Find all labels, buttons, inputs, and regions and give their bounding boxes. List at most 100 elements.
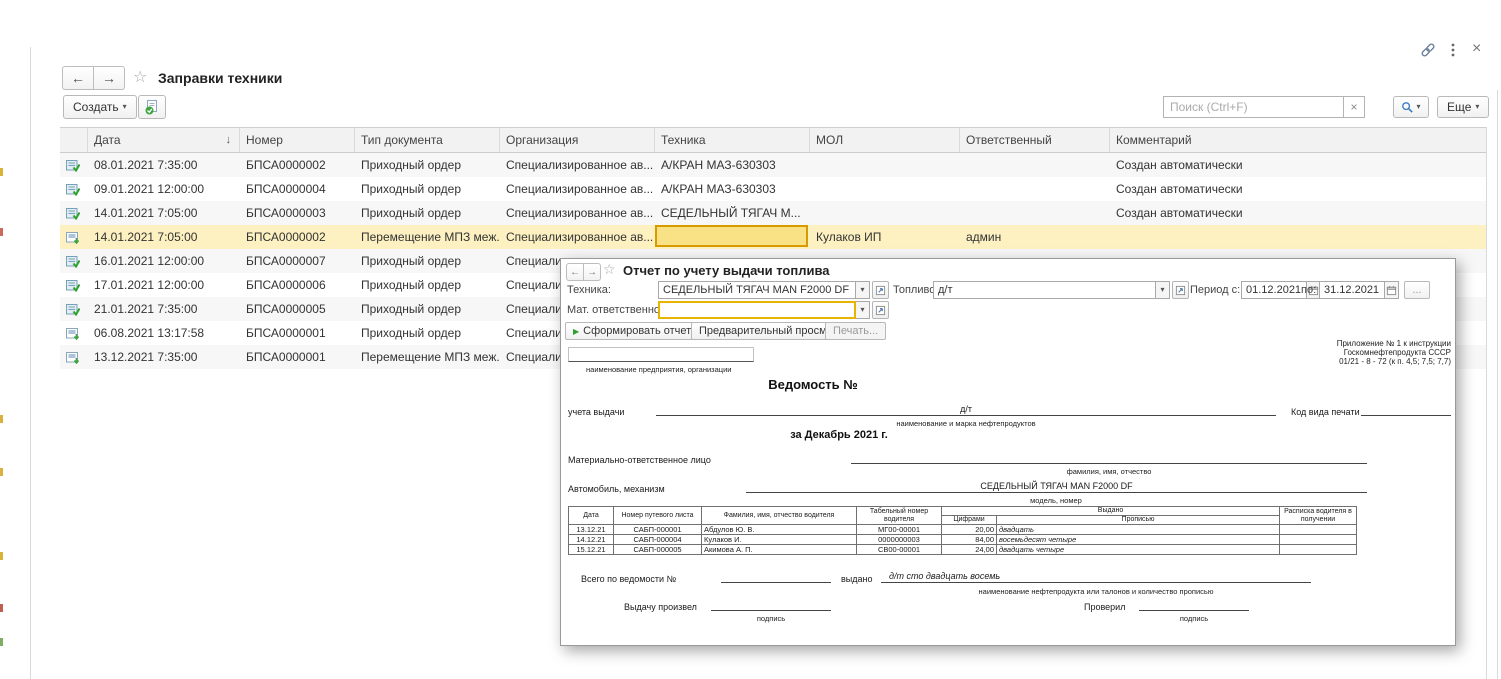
- link-icon[interactable]: [1420, 42, 1436, 58]
- side-panel-edge: [0, 552, 3, 560]
- period-from-input[interactable]: 01.12.2021: [1241, 281, 1307, 299]
- total-number-line: [721, 571, 831, 583]
- chevron-down-icon: ▾: [123, 103, 127, 111]
- mol-open-button[interactable]: [872, 301, 889, 319]
- forward-button[interactable]: →: [584, 263, 601, 281]
- column-header-org[interactable]: Организация: [500, 128, 655, 152]
- period-more-button[interactable]: ...: [1404, 281, 1430, 299]
- fuel-dropdown-button[interactable]: ▾: [1156, 281, 1170, 299]
- mol-input[interactable]: [658, 301, 856, 319]
- column-header-tech[interactable]: Техника: [655, 128, 810, 152]
- period-from-label: Период с:: [1190, 284, 1240, 296]
- column-header-comment[interactable]: Комментарий: [1110, 128, 1486, 152]
- column-header-number[interactable]: Номер: [240, 128, 355, 152]
- total-value-line: д/т сто двадцать восемь: [881, 571, 1311, 583]
- tech-input[interactable]: СЕДЕЛЬНЫЙ ТЯГАЧ MAN F2000 DF: [658, 281, 856, 299]
- cell-org: Специализированное ав...: [500, 225, 655, 249]
- chevron-down-icon: ▾: [1160, 286, 1164, 294]
- fuel-report-dialog: ← → ☆ Отчет по учету выдачи топлива Техн…: [560, 258, 1456, 646]
- clear-search-icon[interactable]: ×: [1343, 96, 1365, 118]
- cell-comment: Создан автоматически: [1110, 201, 1486, 225]
- side-panel-edge: [0, 468, 3, 476]
- tech-open-button[interactable]: [872, 281, 889, 299]
- issue-row: 15.12.21 САБП-000005 Акимова А. П. СВ00-…: [569, 545, 1357, 555]
- cell-date: 21.01.2021 7:35:00: [88, 297, 240, 321]
- cell-date: 17.01.2021 12:00:00: [88, 273, 240, 297]
- tech-cell-editor[interactable]: [655, 225, 808, 247]
- side-panel-edge: [0, 415, 3, 423]
- cell-doctype: Приходный ордер: [355, 297, 500, 321]
- favorite-star-icon[interactable]: ☆: [133, 70, 147, 86]
- back-button[interactable]: ←: [566, 263, 584, 281]
- document-posted-icon: [66, 303, 80, 316]
- side-panel-edge: [0, 604, 3, 612]
- column-header-doctype[interactable]: Тип документа: [355, 128, 500, 152]
- cell-doctype: Приходный ордер: [355, 177, 500, 201]
- page-title: Заправки техники: [158, 70, 282, 86]
- document-posted-icon: [66, 279, 80, 292]
- column-header-date[interactable]: Дата ↓: [88, 128, 240, 152]
- cell-date: 16.01.2021 12:00:00: [88, 249, 240, 273]
- fuel-caption: наименование и марка нефтепродуктов: [816, 419, 1116, 428]
- search-box: ×: [1163, 96, 1365, 118]
- cell-comment: [1110, 225, 1486, 249]
- issuer-label: Выдачу произвел: [624, 602, 697, 612]
- more-dots-icon[interactable]: [1451, 43, 1455, 57]
- cell-resp: админ: [960, 225, 1110, 249]
- favorite-star-icon[interactable]: ☆: [603, 262, 616, 276]
- table-row[interactable]: 14.01.2021 7:05:00 БПСА0000003 Приходный…: [60, 201, 1486, 225]
- table-row[interactable]: 08.01.2021 7:35:00 БПСА0000002 Приходный…: [60, 153, 1486, 177]
- chevron-down-icon: ▾: [860, 306, 864, 314]
- col-sheet: Номер путевого листа: [614, 507, 702, 525]
- column-header-mol[interactable]: МОЛ: [810, 128, 960, 152]
- cell-number: БПСА0000005: [240, 297, 355, 321]
- period-to-calendar-button[interactable]: [1385, 281, 1399, 299]
- cell-doctype: Приходный ордер: [355, 153, 500, 177]
- cell-number: БПСА0000002: [240, 225, 355, 249]
- mol-dropdown-button[interactable]: ▾: [856, 301, 870, 319]
- cell-date: 13.12.2021 7:35:00: [88, 345, 240, 369]
- back-button[interactable]: ←: [62, 66, 94, 90]
- col-receipt: Расписка водителя в получении: [1280, 507, 1357, 525]
- cell-number: БПСА0000006: [240, 273, 355, 297]
- fuel-open-button[interactable]: [1172, 281, 1189, 299]
- period-to-label: по:: [1301, 284, 1316, 296]
- cell-date: 06.08.2021 13:17:58: [88, 321, 240, 345]
- table-row-selected[interactable]: 14.01.2021 7:05:00 БПСА0000002 Перемещен…: [60, 225, 1486, 249]
- cell-date: 08.01.2021 7:35:00: [88, 153, 240, 177]
- search-input[interactable]: [1163, 96, 1343, 118]
- more-button[interactable]: Еще ▾: [1437, 96, 1489, 118]
- create-by-copy-button[interactable]: [138, 95, 166, 119]
- vehicle-label: Автомобиль, механизм: [568, 484, 665, 494]
- create-button[interactable]: Создать ▾: [63, 95, 137, 119]
- generate-report-button[interactable]: ▶ Сформировать отчет: [565, 322, 699, 340]
- cell-doctype: Перемещение МПЗ меж...: [355, 345, 500, 369]
- col-driver: Фамилия, имя, отчество водителя: [702, 507, 857, 525]
- print-code-line: [1361, 404, 1451, 416]
- fuel-input[interactable]: д/т: [933, 281, 1156, 299]
- chevron-down-icon: ▾: [860, 286, 864, 294]
- mol-field: ▾: [658, 301, 889, 319]
- print-button[interactable]: Печать...: [825, 322, 886, 340]
- calendar-icon: [1386, 285, 1397, 296]
- forward-button[interactable]: →: [94, 66, 125, 90]
- col-digits: Цифрами: [942, 516, 997, 525]
- col-words: Прописью: [997, 516, 1280, 525]
- period-to-input[interactable]: 31.12.2021: [1319, 281, 1385, 299]
- tech-label: Техника:: [567, 284, 611, 296]
- document-movement-icon: [66, 327, 80, 340]
- document-movement-icon: [66, 231, 80, 244]
- col-issued: Выдано: [942, 507, 1280, 516]
- window-right-border: [1497, 90, 1498, 679]
- column-header-resp[interactable]: Ответственный: [960, 128, 1110, 152]
- table-row[interactable]: 09.01.2021 12:00:00 БПСА0000004 Приходны…: [60, 177, 1486, 201]
- search-button[interactable]: ▾: [1393, 96, 1429, 118]
- cell-date: 14.01.2021 7:05:00: [88, 201, 240, 225]
- tech-dropdown-button[interactable]: ▾: [856, 281, 870, 299]
- cell-date: 14.01.2021 7:05:00: [88, 225, 240, 249]
- sort-descending-icon: ↓: [226, 134, 234, 146]
- close-window-icon[interactable]: ×: [1472, 40, 1481, 58]
- issue-table: Дата Номер путевого листа Фамилия, имя, …: [568, 506, 1357, 555]
- org-name-caption: наименование предприятия, организации: [586, 365, 731, 374]
- report-period: за Декабрь 2021 г.: [739, 429, 939, 441]
